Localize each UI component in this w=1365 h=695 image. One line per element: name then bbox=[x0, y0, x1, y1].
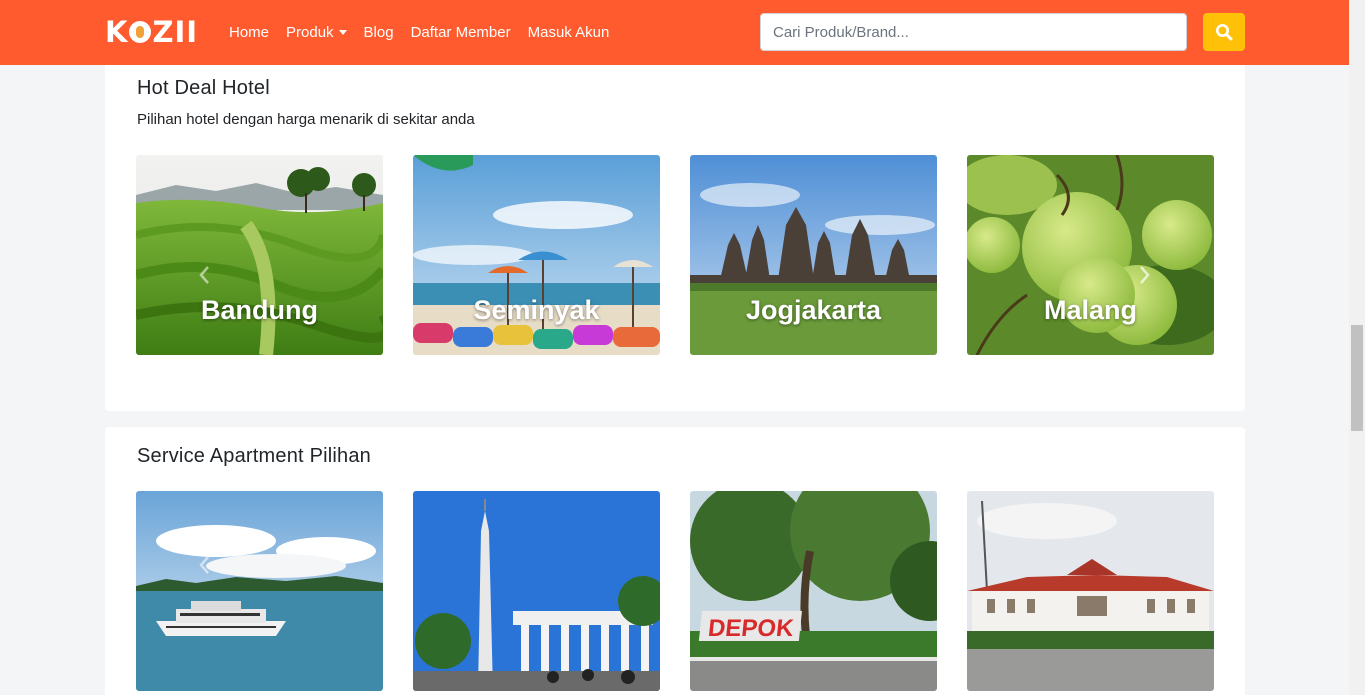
apartment-card-2[interactable] bbox=[413, 491, 660, 691]
apartment-card-3[interactable]: DEPOK bbox=[690, 491, 937, 691]
city-card-bandung[interactable]: Bandung bbox=[136, 155, 383, 355]
carousel-next-button[interactable] bbox=[1135, 265, 1155, 285]
search-button[interactable] bbox=[1203, 13, 1245, 51]
apartment-prev-button[interactable] bbox=[194, 555, 214, 575]
chevron-right-icon bbox=[1140, 266, 1150, 284]
kozii-logo[interactable]: K ZII bbox=[105, 17, 198, 47]
apartment-card-4[interactable] bbox=[967, 491, 1214, 691]
logo-text: K ZII bbox=[105, 15, 199, 49]
nav-masuk-akun[interactable]: Masuk Akun bbox=[528, 24, 610, 41]
nav-home[interactable]: Home bbox=[229, 24, 269, 41]
hot-deal-subtitle: Pilihan hotel dengan harga menarik di se… bbox=[137, 111, 475, 128]
city-label-malang: Malang bbox=[1043, 295, 1137, 325]
navbar: K ZII Home Produk Blog Daftar Member Masu… bbox=[0, 0, 1349, 65]
city-label-jogjakarta: Jogjakarta bbox=[745, 295, 882, 325]
city-hall-photo bbox=[967, 491, 1214, 691]
depok-sign-text: DEPOK bbox=[707, 615, 796, 642]
depok-sign-photo: DEPOK bbox=[690, 491, 937, 691]
nav-blog[interactable]: Blog bbox=[364, 24, 394, 41]
nav-daftar-member[interactable]: Daftar Member bbox=[411, 24, 511, 41]
city-monument-photo bbox=[413, 491, 660, 691]
city-label-seminyak: Seminyak bbox=[473, 295, 600, 325]
city-card-malang[interactable]: Malang bbox=[967, 155, 1214, 355]
chevron-left-icon bbox=[199, 266, 209, 284]
city-label-bandung: Bandung bbox=[201, 295, 318, 325]
scrollbar-thumb[interactable] bbox=[1351, 325, 1363, 431]
city-card-seminyak[interactable]: Seminyak bbox=[413, 155, 660, 355]
service-apartment-section: Service Apartment Pilihan DEPOK bbox=[105, 427, 1245, 695]
nav-produk-label: Produk bbox=[286, 24, 334, 41]
apartment-card-1[interactable] bbox=[136, 491, 383, 691]
ferry-boat-photo bbox=[136, 491, 383, 691]
hot-deal-title: Hot Deal Hotel bbox=[137, 77, 270, 99]
search-input[interactable] bbox=[760, 13, 1187, 51]
nav-produk-dropdown[interactable]: Produk bbox=[286, 24, 347, 41]
hot-deal-section: Hot Deal Hotel Pilihan hotel dengan harg… bbox=[105, 65, 1245, 411]
chevron-left-icon bbox=[199, 556, 209, 574]
nav-links: Home Produk Blog Daftar Member Masuk Aku… bbox=[229, 0, 626, 65]
carousel-prev-button[interactable] bbox=[194, 265, 214, 285]
city-card-jogjakarta[interactable]: Jogjakarta bbox=[690, 155, 937, 355]
service-apartment-title: Service Apartment Pilihan bbox=[137, 445, 372, 467]
caret-down-icon bbox=[338, 30, 347, 35]
search-icon bbox=[1216, 24, 1233, 41]
